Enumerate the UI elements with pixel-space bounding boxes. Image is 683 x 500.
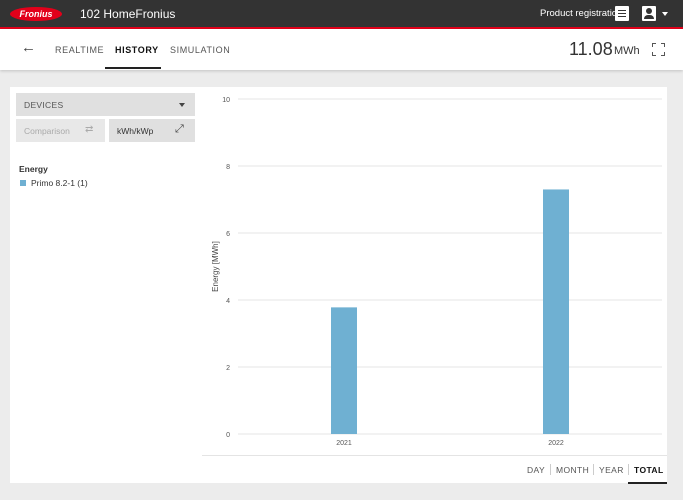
tab-divider <box>593 464 594 475</box>
sidebar-panel <box>10 87 202 483</box>
active-tab-indicator <box>105 67 161 69</box>
back-arrow-icon[interactable]: ← <box>21 39 36 57</box>
top-bar: Fronius 102 HomeFronius Product registra… <box>0 0 683 29</box>
kwh-kwp-button[interactable]: kWh/kWp ⤢ <box>109 119 195 142</box>
devices-dropdown[interactable]: DEVICES <box>16 93 195 116</box>
account-icon[interactable] <box>642 6 656 21</box>
active-period-indicator <box>628 482 667 484</box>
comparison-button[interactable]: Comparison ⇄ <box>16 119 105 142</box>
resize-arrows-icon: ⤢ <box>175 123 184 135</box>
tab-simulation[interactable]: SIMULATION <box>170 45 230 55</box>
registration-icon[interactable] <box>615 6 629 21</box>
legend-item-primo[interactable]: Primo 8.2-1 (1) <box>31 178 88 188</box>
site-name: 102 HomeFronius <box>80 7 176 21</box>
devices-label: DEVICES <box>24 100 64 110</box>
legend-swatch[interactable] <box>20 180 26 186</box>
energy-bar-chart: 0 2 4 6 8 10 Energy [MWh] 2021 2022 <box>211 97 662 447</box>
y-tick-label: 2 <box>226 365 230 372</box>
y-tick-label: 10 <box>222 97 230 104</box>
y-axis-label: Energy [MWh] <box>211 241 220 292</box>
x-tick-label: 2021 <box>336 440 352 447</box>
comparison-label: Comparison <box>24 126 70 136</box>
dropdown-arrow-icon <box>179 103 185 107</box>
period-tab-total[interactable]: TOTAL <box>634 465 664 475</box>
account-menu-caret-icon[interactable] <box>662 12 668 16</box>
total-energy-value: 11.08 <box>569 39 613 59</box>
period-tab-month[interactable]: MONTH <box>556 465 589 475</box>
total-energy-unit: MWh <box>614 45 640 57</box>
x-tick-label: 2022 <box>548 440 564 447</box>
period-tab-year[interactable]: YEAR <box>599 465 624 475</box>
y-tick-label: 4 <box>226 298 230 305</box>
fullscreen-icon[interactable] <box>652 43 665 56</box>
product-registration-link[interactable]: Product registration <box>540 8 622 19</box>
bar-2021 <box>331 307 357 434</box>
tab-history[interactable]: HISTORY <box>115 45 159 55</box>
nav-bar: ← REALTIME HISTORY SIMULATION 11.08 MWh <box>0 29 683 70</box>
swap-arrows-icon: ⇄ <box>85 124 94 135</box>
period-tabs: DAY MONTH YEAR TOTAL <box>202 455 667 484</box>
legend-title: Energy <box>19 164 48 174</box>
fronius-logo[interactable]: Fronius <box>10 7 62 21</box>
y-tick-label: 6 <box>226 231 230 238</box>
y-tick-label: 0 <box>226 432 230 439</box>
y-tick-label: 8 <box>226 164 230 171</box>
kwh-kwp-label: kWh/kWp <box>117 126 154 136</box>
period-tab-day[interactable]: DAY <box>527 465 545 475</box>
bar-2022 <box>543 189 569 434</box>
tab-realtime[interactable]: REALTIME <box>55 45 104 55</box>
tab-divider <box>550 464 551 475</box>
tab-divider <box>628 464 629 475</box>
